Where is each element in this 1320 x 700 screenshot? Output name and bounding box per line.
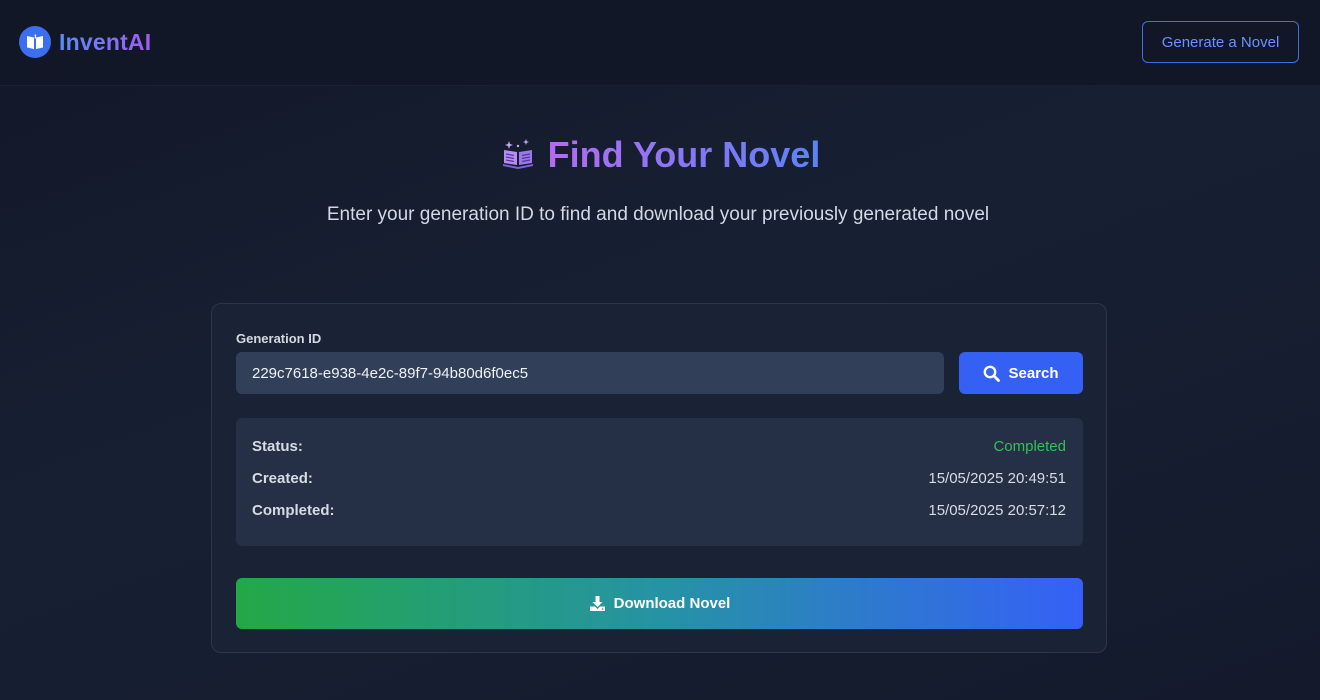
- brand-logo[interactable]: InventAI: [19, 26, 151, 58]
- status-label: Status:: [252, 437, 303, 455]
- page-title-row: Find Your Novel: [0, 134, 1320, 176]
- search-button-label: Search: [1008, 364, 1059, 382]
- magic-book-icon: [500, 137, 536, 173]
- download-novel-button[interactable]: Download Novel: [236, 578, 1083, 629]
- status-value: Completed: [993, 437, 1066, 455]
- open-book-icon: [19, 26, 51, 58]
- completed-row: Completed: 15/05/2025 20:57:12: [252, 500, 1066, 520]
- status-row: Status: Completed: [252, 436, 1066, 456]
- top-bar: InventAI Generate a Novel: [0, 0, 1320, 86]
- created-row: Created: 15/05/2025 20:49:51: [252, 468, 1066, 488]
- download-icon: [589, 596, 605, 611]
- page-subtitle: Enter your generation ID to find and dow…: [326, 204, 990, 225]
- created-label: Created:: [252, 469, 313, 487]
- created-value: 15/05/2025 20:49:51: [928, 469, 1066, 487]
- completed-label: Completed:: [252, 501, 335, 519]
- generation-id-input[interactable]: [236, 352, 944, 394]
- generation-details: Status: Completed Created: 15/05/2025 20…: [236, 418, 1083, 546]
- search-icon: [984, 365, 1001, 382]
- download-button-label: Download Novel: [613, 595, 731, 612]
- page-title: Find Your Novel: [547, 134, 821, 175]
- search-card: Generation ID Search Status: Completed C…: [211, 303, 1107, 653]
- search-button[interactable]: Search: [959, 352, 1083, 394]
- completed-value: 15/05/2025 20:57:12: [928, 501, 1066, 519]
- brand-name: InventAI: [59, 28, 152, 55]
- generate-novel-button[interactable]: Generate a Novel: [1142, 21, 1299, 63]
- generation-id-label: Generation ID: [236, 331, 322, 346]
